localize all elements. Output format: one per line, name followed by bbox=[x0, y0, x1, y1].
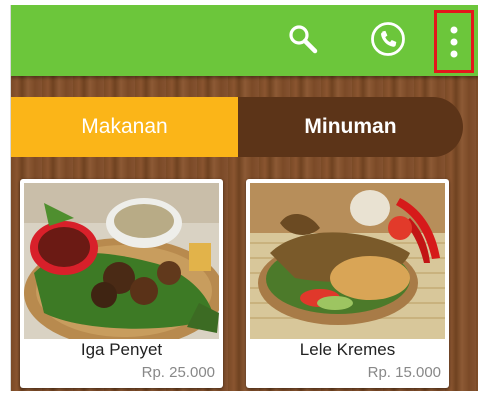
menu-item-name: Lele Kremes bbox=[299, 340, 396, 359]
search-button[interactable] bbox=[281, 17, 325, 61]
tab-minuman[interactable]: Minuman bbox=[238, 97, 463, 157]
overflow-menu-button[interactable] bbox=[434, 10, 474, 73]
food-image bbox=[24, 183, 219, 339]
menu-card-iga-penyet[interactable]: Iga Penyet Rp. 25.000 bbox=[20, 179, 223, 388]
app-bar bbox=[11, 5, 478, 76]
category-tabs: Makanan Minuman bbox=[11, 97, 463, 157]
menu-item-price: Rp. 25.000 bbox=[141, 364, 215, 381]
food-image bbox=[250, 183, 445, 339]
call-button[interactable] bbox=[366, 17, 410, 61]
more-vert-icon bbox=[450, 26, 458, 57]
search-icon bbox=[289, 25, 318, 54]
app-screen: Makanan Minuman Iga Penyet Rp. 25.000 Le… bbox=[10, 5, 478, 391]
menu-item-name: Iga Penyet bbox=[80, 340, 163, 359]
menu-item-price: Rp. 15.000 bbox=[367, 364, 441, 381]
phone-icon bbox=[371, 22, 405, 56]
tab-makanan[interactable]: Makanan bbox=[11, 97, 238, 157]
menu-card-lele-kremes[interactable]: Lele Kremes Rp. 15.000 bbox=[246, 179, 449, 388]
